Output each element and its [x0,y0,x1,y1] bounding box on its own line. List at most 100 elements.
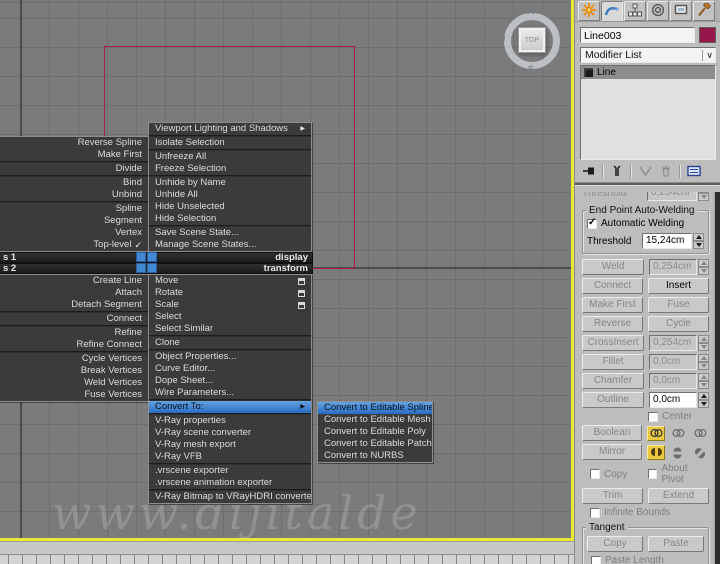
menu-item[interactable]: Convert to Editable Mesh [318,414,432,426]
menu-item[interactable]: Unhide by Name [149,177,311,189]
menu-item[interactable]: Move [149,275,311,287]
mirror-button[interactable]: Mirror [582,444,642,460]
menu-item[interactable]: Unfreeze All [149,151,311,163]
menu-item[interactable]: Refine Connect [0,339,148,351]
menu-item[interactable]: Bind [0,177,148,189]
spinner-down-icon[interactable] [698,381,709,389]
menu-item[interactable]: Unbind [0,189,148,201]
spinner-up-icon[interactable] [698,335,709,343]
remove-modifier-button[interactable] [658,164,674,179]
viewcube-top-face[interactable]: TOP [518,27,546,53]
tab-motion[interactable] [647,1,669,21]
menu-item[interactable]: Convert to NURBS [318,450,432,462]
menu-item[interactable]: Connect [0,313,148,325]
spinner-up-icon[interactable] [698,373,709,381]
boolean-intersection-icon[interactable] [691,426,709,441]
menu-item[interactable]: Viewport Lighting and Shadows ▶ [149,123,311,135]
menu-item[interactable]: Rotate [149,287,311,299]
tangent-paste-button[interactable]: Paste [648,536,704,552]
menu-item[interactable]: Vertex [0,227,148,239]
menu-item[interactable]: .vrscene animation exporter [149,477,311,489]
spinner-down-icon[interactable] [698,343,709,351]
menu-item[interactable]: Save Scene State... [149,227,311,239]
menu-item[interactable]: V-Ray properties [149,415,311,427]
menu-item[interactable]: Unhide All [149,189,311,201]
menu-item[interactable]: Hide Selection [149,213,311,225]
show-end-result-button[interactable] [609,164,625,179]
menu-item[interactable]: Break Vertices [0,365,148,377]
threshold-value-field[interactable]: 0,254cm [647,192,697,201]
menu-item[interactable]: Curve Editor... [149,363,311,375]
trim-button[interactable]: Trim [582,488,643,504]
tab-hierarchy[interactable] [624,1,646,21]
menu-item[interactable]: Create Line [0,275,148,287]
menu-item[interactable]: Manage Scene States... [149,239,311,251]
time-slider-strip[interactable] [0,541,574,554]
chamfer-value-field[interactable]: 0,0cm [649,373,697,389]
configure-modifier-sets-button[interactable] [686,164,702,179]
spinner-down-icon[interactable] [698,362,709,370]
menu-item[interactable]: Wire Parameters... [149,387,311,399]
about-pivot-checkbox[interactable]: About Pivot [648,463,709,485]
tangent-copy-button[interactable]: Copy [587,536,643,552]
weld-value-field[interactable]: 0,254cm [649,259,697,275]
stack-item-line[interactable]: Line [581,66,715,79]
menu-item[interactable]: Attach [0,287,148,299]
menu-item[interactable]: Object Properties... [149,351,311,363]
track-bar[interactable] [0,554,574,564]
chamfer-button[interactable]: Chamfer [582,373,644,389]
extend-button[interactable]: Extend [648,488,709,504]
spinner-up-icon[interactable] [698,354,709,362]
menu-item[interactable]: Convert to Editable Spline [318,402,432,414]
make-first-button[interactable]: Make First [582,297,643,313]
menu-item[interactable]: Convert to Editable Poly [318,426,432,438]
spinner-up-icon[interactable] [698,259,709,267]
menu-item[interactable]: Dope Sheet... [149,375,311,387]
mirror-both-icon[interactable] [688,440,711,463]
menu-item[interactable]: Divide [0,163,148,175]
tab-modify[interactable] [601,1,623,21]
menu-item[interactable]: Convert to Editable Patch [318,438,432,450]
make-unique-button[interactable] [637,164,653,179]
boolean-subtraction-icon[interactable] [669,426,687,441]
menu-item[interactable]: Reverse Spline [0,137,148,149]
object-name-field[interactable]: Line003 [580,27,695,43]
menu-item[interactable]: V-Ray VFB [149,451,311,463]
mirror-vertical-icon[interactable] [671,443,686,461]
tab-utilities[interactable] [693,1,715,21]
outline-button[interactable]: Outline [582,392,644,408]
infinite-bounds-checkbox[interactable]: Infinite Bounds [590,507,670,518]
boolean-union-icon[interactable] [647,425,665,441]
menu-item[interactable]: Hide Unselected [149,201,311,213]
connect-button[interactable]: Connect [582,278,643,294]
viewcube[interactable]: N E S W TOP [497,6,566,74]
spinner-up-icon[interactable] [698,392,709,400]
menu-item[interactable]: Cycle Vertices [0,353,148,365]
modifier-list-dropdown[interactable]: Modifier List ∨ [580,47,716,63]
reverse-button[interactable]: Reverse [582,316,643,332]
menu-item[interactable]: Top-level ✓ [0,239,148,251]
menu-item[interactable]: Select Similar [149,323,311,335]
menu-item[interactable]: Detach Segment [0,299,148,311]
spinner-down-icon[interactable] [698,400,709,408]
outline-value-field[interactable]: 0,0cm [649,392,697,408]
boolean-button[interactable]: Boolean [582,425,642,441]
menu-item[interactable]: Spline [0,203,148,215]
fuse-button[interactable]: Fuse [648,297,709,313]
menu-item[interactable]: Fuse Vertices [0,389,148,401]
menu-item[interactable]: Weld Vertices [0,377,148,389]
pin-stack-button[interactable] [581,164,597,179]
menu-item[interactable]: Refine [0,327,148,339]
rollout-scrollbar[interactable] [713,192,720,564]
menu-item[interactable]: Convert To: ▶ [149,401,311,413]
tab-create[interactable] [578,1,600,21]
menu-item[interactable]: V-Ray mesh export [149,439,311,451]
weld-button[interactable]: Weld [582,259,644,275]
menu-item[interactable]: Freeze Selection [149,163,311,175]
menu-item[interactable]: Isolate Selection [149,137,311,149]
spinner-down-icon[interactable] [698,193,709,201]
fillet-value-field[interactable]: 0,0cm [649,354,697,370]
menu-item[interactable]: V-Ray scene converter [149,427,311,439]
crossinsert-button[interactable]: CrossInsert [582,335,644,351]
tab-display[interactable] [670,1,692,21]
